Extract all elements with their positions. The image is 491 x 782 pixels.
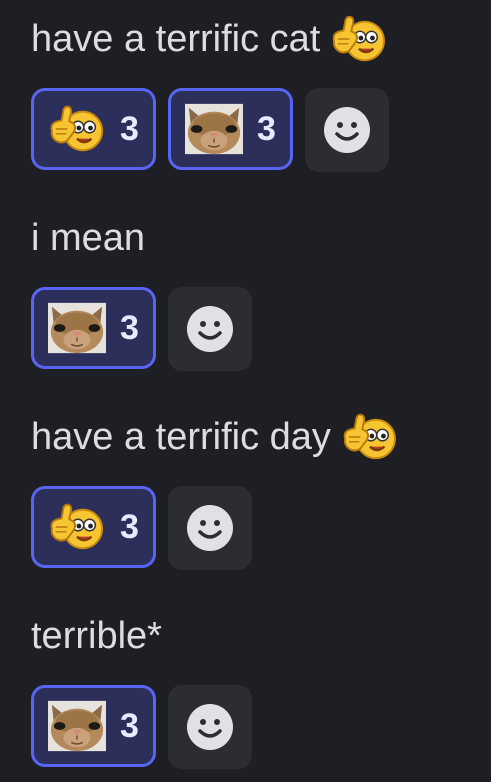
- message-3: have a terrific day 3: [31, 414, 481, 570]
- message-text-content: have a terrific day: [31, 416, 331, 458]
- smile-icon: [187, 306, 233, 352]
- smile-icon: [187, 505, 233, 551]
- thumbs-up-smiley-emoji-icon: [48, 103, 106, 155]
- thumbs-up-smiley-emoji-icon: [341, 412, 399, 462]
- message-text: i mean: [31, 215, 481, 261]
- smile-icon: [324, 107, 370, 153]
- cat-face-emoji-icon: [48, 302, 106, 354]
- reaction-thumbs-up-smiley[interactable]: 3: [31, 88, 156, 170]
- reaction-bar: 3: [31, 685, 481, 769]
- message-text-content: i mean: [31, 217, 146, 259]
- cat-face-emoji-icon: [48, 700, 106, 752]
- reaction-count: 3: [120, 109, 139, 148]
- reaction-count: 3: [120, 507, 139, 546]
- reaction-count: 3: [257, 109, 276, 148]
- reaction-count: 3: [120, 308, 139, 347]
- add-reaction-button[interactable]: [168, 685, 252, 769]
- add-reaction-button[interactable]: [168, 287, 252, 371]
- reaction-bar: 3: [31, 287, 481, 371]
- thumbs-up-smiley-emoji-icon: [48, 501, 106, 553]
- add-reaction-button[interactable]: [305, 88, 389, 172]
- reaction-bar: 3 3: [31, 88, 481, 172]
- smile-icon: [187, 704, 233, 750]
- message-text: terrible*: [31, 613, 481, 659]
- message-1: have a terrific cat 3 3: [31, 16, 481, 172]
- reaction-count: 3: [120, 706, 139, 745]
- add-reaction-button[interactable]: [168, 486, 252, 570]
- reaction-cat-face[interactable]: 3: [31, 685, 156, 767]
- reaction-bar: 3: [31, 486, 481, 570]
- message-4: terrible* 3: [31, 613, 481, 769]
- reaction-thumbs-up-smiley[interactable]: 3: [31, 486, 156, 568]
- message-text: have a terrific cat: [31, 16, 481, 62]
- reaction-cat-face[interactable]: 3: [31, 287, 156, 369]
- message-text: have a terrific day: [31, 414, 481, 460]
- cat-face-emoji-icon: [185, 103, 243, 155]
- reaction-cat-face[interactable]: 3: [168, 88, 293, 170]
- message-text-content: have a terrific cat: [31, 18, 321, 60]
- message-2: i mean 3: [31, 215, 481, 371]
- message-text-content: terrible*: [31, 615, 162, 657]
- thumbs-up-smiley-emoji-icon: [330, 14, 388, 64]
